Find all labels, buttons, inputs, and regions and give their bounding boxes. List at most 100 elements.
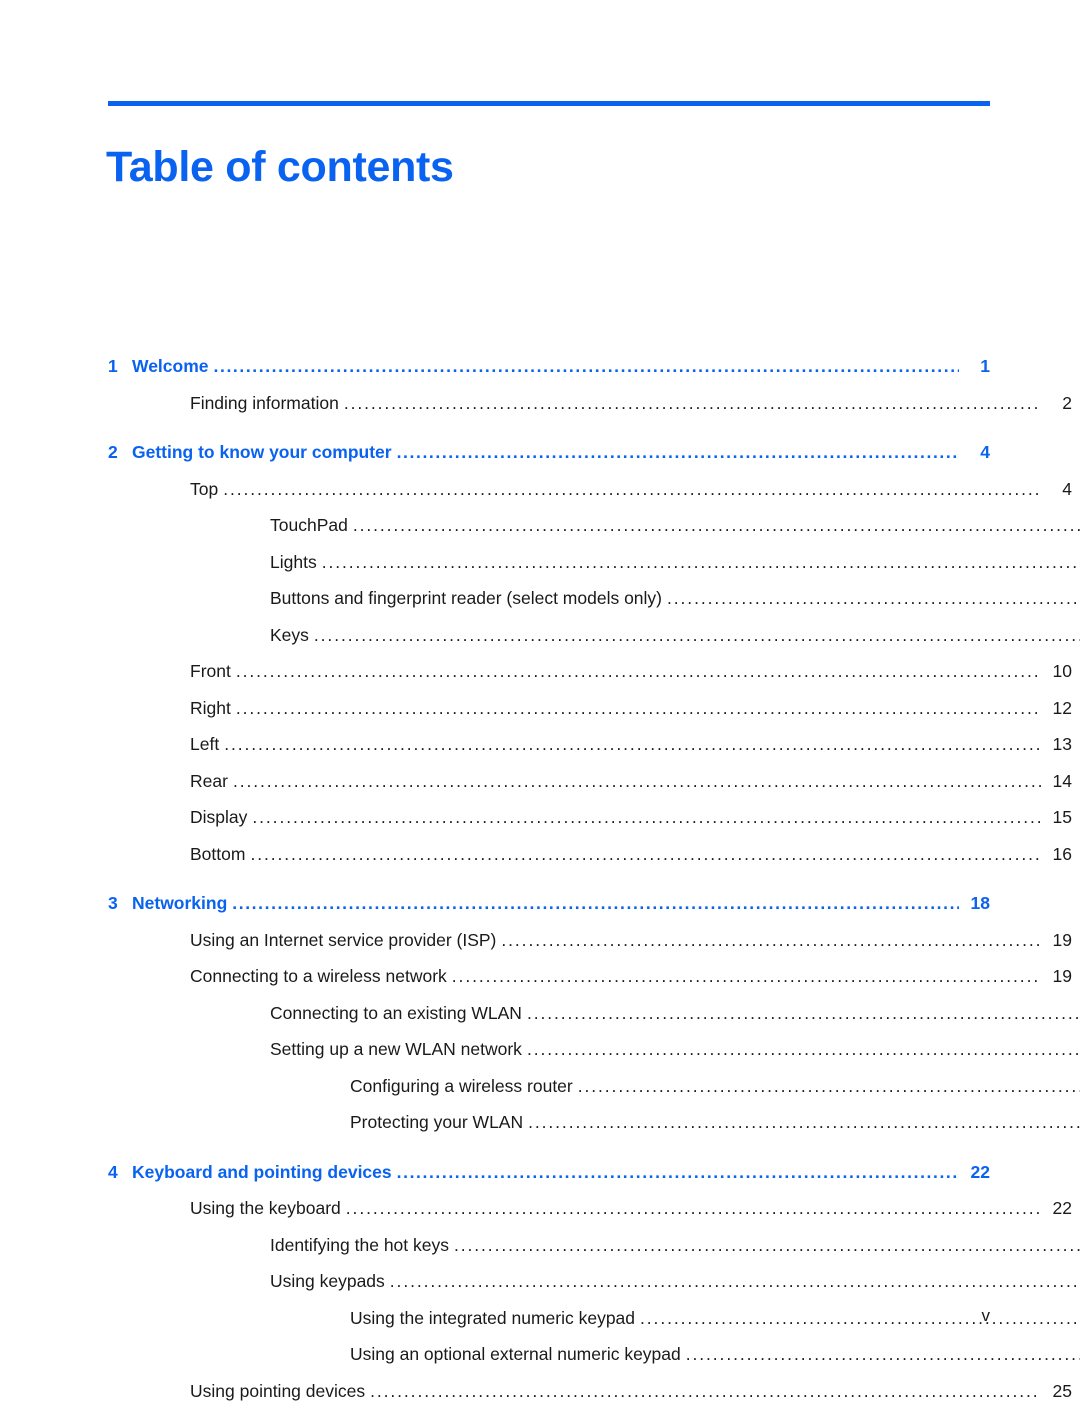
toc-entry-label: Configuring a wireless router [350, 1075, 573, 1096]
toc-section-entry[interactable]: Connecting to an existing WLAN19 [270, 1002, 1080, 1023]
document-page: Table of contents 1 Welcome 1 Finding infor… [0, 0, 1080, 1400]
toc-section-entry[interactable]: Lights6 [270, 551, 1080, 572]
toc-section-entry[interactable]: Connecting to a wireless network 19 [190, 966, 1072, 986]
toc-entry-label: Front [190, 661, 231, 681]
toc-entry-page-number: 10 [1052, 661, 1072, 681]
toc-dot-leader [224, 736, 1041, 754]
toc-entry-page-number: 22 [970, 1161, 990, 1182]
toc-entry-label: Setting up a new WLAN network [270, 1039, 522, 1059]
toc-section-entry[interactable]: Using pointing devices 25 [190, 1380, 1072, 1401]
toc-entry-label: Identifying the hot keys [270, 1234, 449, 1255]
toc-section-entry[interactable]: TouchPad4 [270, 515, 1080, 535]
toc-section-entry[interactable]: Using keypads23 [270, 1271, 1080, 1291]
toc-section-entry[interactable]: Display 15 [190, 807, 1072, 827]
toc-entry-label: TouchPad [270, 515, 348, 535]
toc-entry-label: Keys [270, 624, 309, 645]
toc-section-entry[interactable]: Using the keyboard 22 [190, 1198, 1072, 1218]
toc-section-entry[interactable]: Left 13 [190, 734, 1072, 754]
toc-section-entry[interactable]: Protecting your WLAN21 [350, 1112, 1080, 1132]
toc-dot-leader [390, 1273, 1080, 1291]
toc-dot-leader [397, 1164, 959, 1182]
toc-section-entry[interactable]: Configuring a wireless router21 [350, 1075, 1080, 1096]
toc-dot-leader [528, 1114, 1080, 1132]
toc-entry-page-number: 1 [980, 356, 990, 376]
toc-dot-leader [397, 444, 959, 462]
toc-entry-label: Getting to know your computer [132, 442, 392, 462]
toc-dot-leader [346, 1200, 1041, 1218]
toc-section-entry[interactable]: Right 12 [190, 697, 1072, 718]
toc-entry-label: Using the keyboard [190, 1198, 341, 1218]
toc-entry-page-number: 12 [1052, 697, 1072, 718]
toc-section-entry[interactable]: Buttons and fingerprint reader (select m… [270, 588, 1080, 608]
toc-section-entry[interactable]: Bottom 16 [190, 843, 1072, 864]
toc-dot-leader [686, 1346, 1080, 1364]
toc-dot-leader [223, 481, 1041, 499]
toc-entry-page-number: 19 [1052, 929, 1072, 950]
toc-entry-label: Protecting your WLAN [350, 1112, 524, 1132]
toc-entry-label: Display [190, 807, 248, 827]
toc-dot-leader [527, 1041, 1080, 1059]
toc-dot-leader [527, 1005, 1080, 1023]
toc-entry-label: Using pointing devices [190, 1380, 366, 1401]
toc-entry-label: Connecting to a wireless network [190, 966, 447, 986]
toc-entry-label: Networking [132, 893, 228, 913]
toc-entry-label: Using keypads [270, 1271, 385, 1291]
toc-entry-page-number: 19 [1052, 966, 1072, 986]
toc-entry-page-number: 15 [1052, 807, 1072, 827]
toc-dot-leader [353, 517, 1080, 535]
toc-section-entry[interactable]: Using the integrated numeric keypad24 [350, 1309, 1080, 1328]
toc-entry-label: Top [190, 478, 219, 499]
toc-entry-label: Welcome [132, 356, 209, 376]
page-title: Table of contents [106, 142, 454, 191]
toc-entry-page-number: 4 [1062, 478, 1072, 499]
toc-section-entry[interactable]: Keys9 [270, 624, 1080, 645]
toc-entry-label: Rear [190, 770, 228, 791]
toc-dot-leader [344, 395, 1041, 413]
toc-entry-label: Connecting to an existing WLAN [270, 1002, 522, 1023]
toc-entry-label: Keyboard and pointing devices [132, 1161, 392, 1182]
toc-entry-label: Buttons and fingerprint reader (select m… [270, 588, 663, 608]
toc-entry-label: Using an Internet service provider (ISP) [190, 929, 497, 950]
toc-entry-label: Finding information [190, 392, 339, 413]
toc-entry-page-number: 4 [980, 442, 990, 462]
toc-entry-page-number: 25 [1052, 1380, 1072, 1401]
toc-dot-leader [454, 1237, 1080, 1255]
toc-entry-page-number: 14 [1052, 770, 1072, 791]
toc-chapter-number: 4 [108, 1161, 118, 1182]
toc-chapter-number: 1 [108, 356, 118, 376]
toc-dot-leader [640, 1310, 1080, 1328]
toc-dot-leader [232, 895, 959, 913]
toc-dot-leader [314, 627, 1080, 645]
toc-dot-leader [236, 700, 1041, 718]
toc-section-entry[interactable]: Using an Internet service provider (ISP)… [190, 929, 1072, 950]
toc-dot-leader [322, 554, 1080, 572]
toc-entry-label: Right [190, 697, 231, 718]
toc-chapter-entry[interactable]: 3 Networking 18 [108, 893, 990, 913]
toc-dot-leader [370, 1383, 1041, 1401]
toc-section-entry[interactable]: Finding information 2 [190, 392, 1072, 413]
toc-dot-leader [501, 932, 1041, 950]
title-rule-divider [108, 101, 990, 106]
toc-dot-leader [252, 809, 1041, 827]
toc-entry-page-number: 13 [1052, 734, 1072, 754]
toc-dot-leader [236, 663, 1041, 681]
toc-entry-label: Lights [270, 551, 317, 572]
toc-dot-leader [452, 968, 1041, 986]
toc-section-entry[interactable]: Top 4 [190, 478, 1072, 499]
toc-section-entry[interactable]: Using an optional external numeric keypa… [350, 1344, 1080, 1364]
toc-chapter-entry[interactable]: 1 Welcome 1 [108, 356, 990, 376]
toc-entry-page-number: 16 [1052, 843, 1072, 864]
toc-dot-leader [233, 773, 1041, 791]
table-of-contents-list: 1Welcome1Finding information22Getting to… [108, 356, 1072, 1400]
toc-chapter-number: 3 [108, 893, 118, 913]
toc-section-entry[interactable]: Setting up a new WLAN network20 [270, 1039, 1080, 1059]
toc-entry-label: Using an optional external numeric keypa… [350, 1344, 681, 1364]
toc-chapter-entry[interactable]: 2 Getting to know your computer 4 [108, 442, 990, 462]
toc-section-entry[interactable]: Front 10 [190, 661, 1072, 681]
toc-chapter-entry[interactable]: 4 Keyboard and pointing devices 22 [108, 1161, 990, 1182]
toc-section-entry[interactable]: Identifying the hot keys22 [270, 1234, 1080, 1255]
toc-chapter-number: 2 [108, 442, 118, 462]
toc-dot-leader [667, 590, 1080, 608]
toc-section-entry[interactable]: Rear 14 [190, 770, 1072, 791]
toc-entry-page-number: 18 [970, 893, 990, 913]
